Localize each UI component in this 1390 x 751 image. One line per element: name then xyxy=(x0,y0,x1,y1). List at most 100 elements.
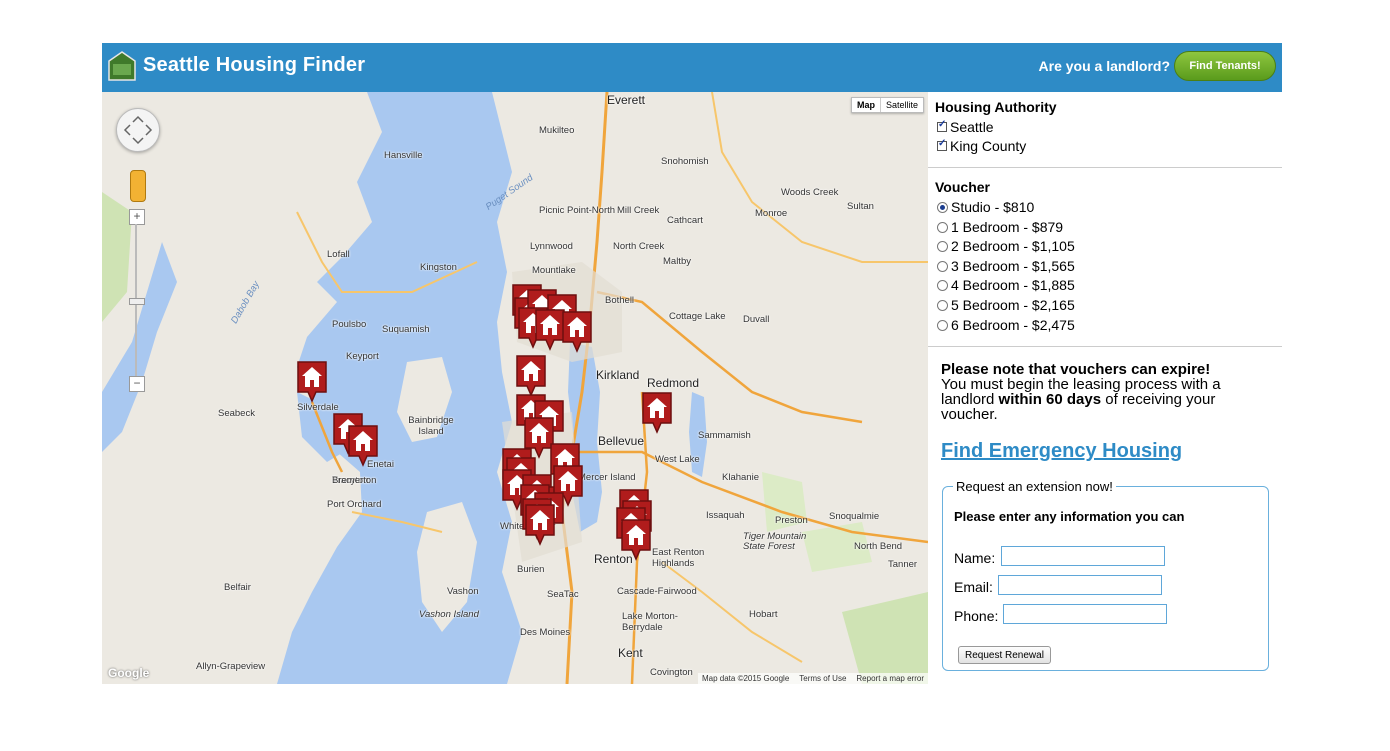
place-label: Bremerton xyxy=(332,475,377,486)
find-emergency-housing-link[interactable]: Find Emergency Housing xyxy=(941,440,1182,463)
voucher-option-4br[interactable]: 4 Bedroom - $1,885 xyxy=(937,277,1075,293)
report-map-error-link[interactable]: Report a map error xyxy=(856,674,924,683)
place-label: Covington xyxy=(650,667,693,678)
map-view[interactable]: Everett Mukilteo Snohomish Hansville Pug… xyxy=(102,92,928,684)
voucher-title: Voucher xyxy=(935,179,990,195)
voucher-radio[interactable] xyxy=(937,201,948,213)
place-label: Cottage Lake xyxy=(669,311,726,322)
extension-request-form: Request an extension now! Please enter a… xyxy=(942,479,1269,671)
place-label: Sammamish xyxy=(698,430,751,441)
voucher-radio[interactable] xyxy=(937,279,948,291)
place-label: Hobart xyxy=(749,609,778,620)
voucher-option-label: 3 Bedroom - $1,565 xyxy=(951,258,1075,274)
place-label: Redmond xyxy=(647,376,700,390)
voucher-option-label: 4 Bedroom - $1,885 xyxy=(951,277,1075,293)
housing-marker-icon[interactable] xyxy=(346,423,380,467)
place-label: Mill Creek xyxy=(617,205,660,216)
app-window: Seattle Housing Finder Are you a landlor… xyxy=(102,43,1282,684)
voucher-option-2br[interactable]: 2 Bedroom - $1,105 xyxy=(937,238,1075,254)
housing-marker-icon[interactable] xyxy=(640,390,674,434)
authority-option-label: King County xyxy=(950,138,1027,154)
place-label: Burien xyxy=(517,564,545,575)
terms-of-use-link[interactable]: Terms of Use xyxy=(799,674,846,683)
place-label: Duvall xyxy=(743,314,770,325)
place-label: Poulsbo xyxy=(332,319,367,330)
extension-intro: Please enter any information you can xyxy=(954,509,1185,524)
name-field[interactable] xyxy=(1001,546,1165,566)
voucher-radio[interactable] xyxy=(937,260,948,272)
place-label: West Lake xyxy=(655,454,700,465)
housing-marker-icon[interactable] xyxy=(295,359,329,403)
google-logo[interactable]: Google xyxy=(108,666,149,680)
voucher-option-6br[interactable]: 6 Bedroom - $2,475 xyxy=(937,317,1075,333)
place-label: Belfair xyxy=(224,582,251,593)
divider xyxy=(928,346,1282,347)
zoom-slider-thumb[interactable] xyxy=(129,298,145,305)
email-field[interactable] xyxy=(998,575,1162,595)
sidebar: Housing Authority Seattle King County Vo… xyxy=(928,92,1282,684)
place-label: Bothell xyxy=(605,295,635,306)
voucher-option-5br[interactable]: 5 Bedroom - $2,165 xyxy=(937,297,1075,313)
place-label: Klahanie xyxy=(722,472,759,483)
place-label: Cathcart xyxy=(667,215,703,226)
seattle-checkbox[interactable] xyxy=(937,119,947,132)
place-label: Suquamish xyxy=(382,324,430,335)
map-type-control: Map Satellite xyxy=(850,97,924,113)
street-view-pegman-icon[interactable] xyxy=(130,170,146,202)
place-label: East Renton Highlands xyxy=(652,547,705,569)
zoom-out-button[interactable]: − xyxy=(129,376,145,392)
authority-king-county-option[interactable]: King County xyxy=(937,138,1026,154)
voucher-option-studio[interactable]: Studio - $810 xyxy=(937,199,1034,215)
place-label: Lynnwood xyxy=(530,241,573,252)
housing-marker-icon[interactable] xyxy=(523,502,557,546)
place-label: Picnic Point-North xyxy=(539,205,616,216)
place-label: Issaquah xyxy=(706,510,745,521)
place-label: Hansville xyxy=(384,150,423,161)
place-label: Mountlake xyxy=(532,265,576,276)
voucher-expiry-notice: Please note that vouchers can expire! Yo… xyxy=(941,362,1251,422)
find-tenants-button[interactable]: Find Tenants! xyxy=(1174,51,1276,81)
voucher-option-1br[interactable]: 1 Bedroom - $879 xyxy=(937,219,1063,235)
place-label: North Bend xyxy=(854,541,903,552)
map-pan-control[interactable] xyxy=(116,108,160,152)
housing-marker-icon[interactable] xyxy=(619,517,653,561)
request-renewal-button[interactable]: Request Renewal xyxy=(958,646,1051,664)
authority-seattle-option[interactable]: Seattle xyxy=(937,119,994,135)
place-label: Vashon Island xyxy=(419,609,479,620)
place-label: Vashon xyxy=(447,586,479,597)
header-bar: Seattle Housing Finder Are you a landlor… xyxy=(102,43,1282,92)
seattle-housing-logo-icon[interactable] xyxy=(108,51,136,81)
place-label: SeaTac xyxy=(547,589,579,600)
app-title[interactable]: Seattle Housing Finder xyxy=(143,54,365,77)
notice-deadline: within 60 days xyxy=(998,391,1102,408)
place-label: Bainbridge Island xyxy=(408,415,454,437)
voucher-radio[interactable] xyxy=(937,240,948,252)
place-label: Tiger Mountain State Forest xyxy=(743,531,807,552)
place-label: Cascade-Fairwood xyxy=(617,586,697,597)
place-label: Monroe xyxy=(755,208,788,219)
map-type-satellite-button[interactable]: Satellite xyxy=(881,98,923,112)
housing-marker-icon[interactable] xyxy=(514,353,548,397)
name-label: Name: xyxy=(954,550,996,566)
king-county-checkbox[interactable] xyxy=(937,138,947,151)
place-label: Lofall xyxy=(327,249,350,260)
place-label: Bellevue xyxy=(598,434,645,448)
place-label: Mukilteo xyxy=(539,125,575,136)
voucher-option-3br[interactable]: 3 Bedroom - $1,565 xyxy=(937,258,1075,274)
zoom-in-button[interactable]: + xyxy=(129,209,145,225)
voucher-radio[interactable] xyxy=(937,319,948,331)
place-label: Kent xyxy=(618,646,643,660)
voucher-option-label: 5 Bedroom - $2,165 xyxy=(951,297,1075,313)
extension-legend: Request an extension now! xyxy=(953,479,1116,494)
map-type-map-button[interactable]: Map xyxy=(852,98,881,112)
place-label: Maltby xyxy=(663,256,691,267)
pan-arrows-icon xyxy=(123,115,153,145)
phone-field[interactable] xyxy=(1003,604,1167,624)
voucher-radio[interactable] xyxy=(937,299,948,311)
housing-marker-icon[interactable] xyxy=(560,309,594,353)
voucher-radio[interactable] xyxy=(937,221,948,233)
voucher-option-label: 2 Bedroom - $1,105 xyxy=(951,238,1075,254)
place-label: Preston xyxy=(775,515,808,526)
authority-option-label: Seattle xyxy=(950,119,994,135)
map-footer: Map data ©2015 Google Terms of Use Repor… xyxy=(697,673,928,684)
